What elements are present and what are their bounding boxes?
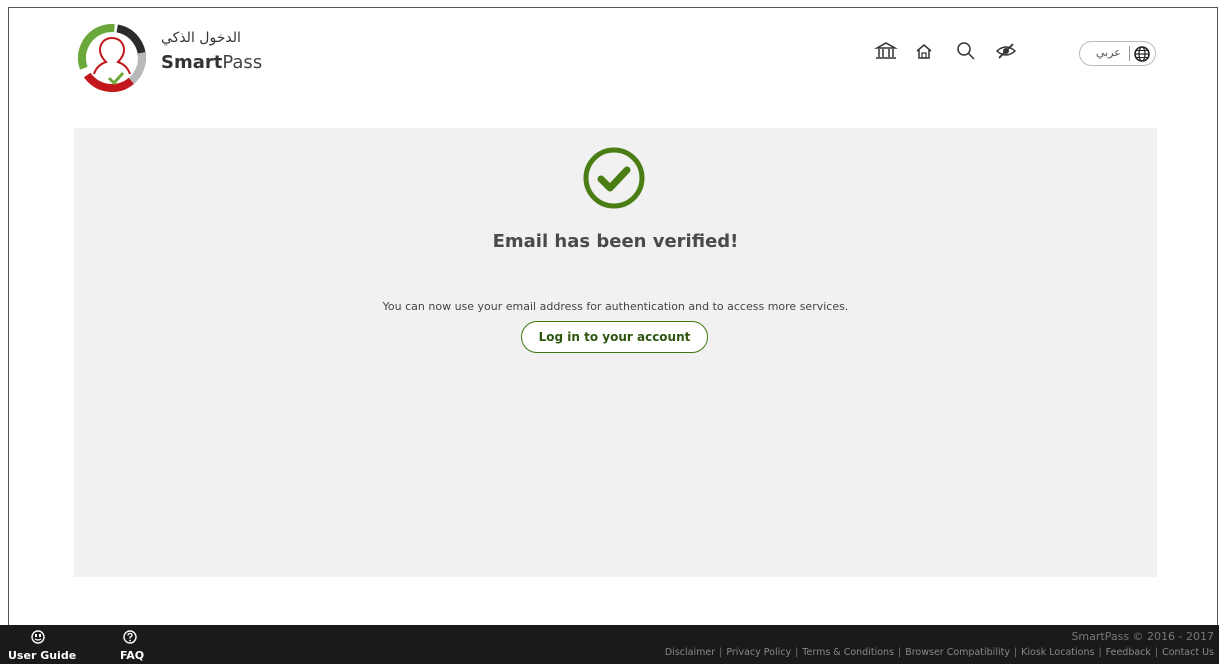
footer: User Guide FAQ SmartPass © 2016 - 2017 D… (0, 625, 1219, 664)
kiosk-locations-link[interactable]: Kiosk Locations (1021, 647, 1094, 658)
check-circle-icon (582, 146, 646, 210)
home-icon[interactable] (909, 36, 939, 66)
page-frame: الدخول الذكي SmartPass عربي Email has be… (8, 7, 1218, 625)
login-button[interactable]: Log in to your account (521, 321, 708, 353)
language-switch-button[interactable]: عربي (1079, 41, 1156, 66)
globe-icon (1133, 45, 1151, 63)
privacy-policy-link[interactable]: Privacy Policy (726, 647, 791, 658)
government-icon[interactable] (871, 36, 901, 66)
search-icon[interactable] (951, 36, 981, 66)
terms-conditions-link[interactable]: Terms & Conditions (802, 647, 894, 658)
question-icon (123, 629, 137, 644)
link-separator: | (1098, 647, 1102, 658)
logo-arabic-text: الدخول الذكي (161, 30, 241, 46)
footer-links: Disclaimer | Privacy Policy | Terms & Condit… (665, 647, 1214, 658)
link-separator: | (1154, 647, 1159, 658)
browser-compatibility-link[interactable]: Browser Compatibility (905, 647, 1010, 658)
language-divider (1129, 46, 1130, 61)
smartpass-logo[interactable]: الدخول الذكي SmartPass (77, 20, 277, 110)
verification-panel: Email has been verified! You can now use… (74, 128, 1157, 577)
feedback-link[interactable]: Feedback (1106, 647, 1151, 658)
user-guide-button[interactable]: User Guide (0, 625, 80, 664)
faq-label: FAQ (120, 649, 145, 662)
link-separator: | (719, 647, 723, 658)
logo-text: SmartPass (161, 52, 263, 73)
accessibility-eye-icon[interactable] (991, 36, 1021, 66)
faq-button[interactable]: FAQ (105, 625, 155, 664)
smiley-icon (31, 629, 45, 644)
copyright-text: SmartPass © 2016 - 2017 (1071, 630, 1214, 643)
verification-description: You can now use your email address for a… (382, 300, 849, 313)
disclaimer-link[interactable]: Disclaimer (665, 647, 715, 658)
page-title: Email has been verified! (492, 231, 739, 252)
link-separator: | (898, 647, 902, 658)
link-separator: | (795, 647, 799, 658)
user-guide-label: User Guide (8, 649, 77, 662)
language-label: عربي (1096, 46, 1121, 59)
link-separator: | (1013, 647, 1018, 658)
logo-emblem-icon (78, 24, 146, 92)
contact-us-link[interactable]: Contact Us (1162, 647, 1214, 658)
